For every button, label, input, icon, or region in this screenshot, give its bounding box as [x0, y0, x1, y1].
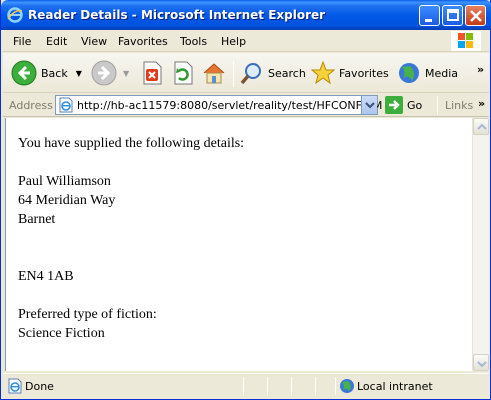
status-divider [291, 377, 292, 395]
status-divider [315, 377, 316, 395]
menu-view[interactable]: View [81, 35, 107, 48]
refresh-button[interactable] [172, 53, 194, 93]
menu-file[interactable]: File [13, 35, 31, 48]
status-divider [335, 377, 336, 395]
media-button[interactable]: Media [397, 53, 458, 93]
back-arrow-icon [11, 60, 37, 86]
address-separator [437, 96, 438, 114]
stop-icon [143, 61, 162, 85]
chevron-up-icon [477, 123, 487, 130]
back-button[interactable]: Back ▼ [11, 53, 82, 93]
star-icon [311, 61, 335, 85]
go-button[interactable]: Go [385, 96, 422, 114]
media-label: Media [425, 66, 459, 80]
page-icon [59, 97, 73, 113]
go-label: Go [407, 98, 423, 112]
security-zone: Local intranet [357, 380, 433, 393]
status-divider [243, 377, 244, 395]
home-icon [203, 63, 225, 84]
back-label: Back [41, 66, 68, 80]
home-button[interactable] [202, 53, 226, 93]
chevron-down-icon [477, 361, 487, 368]
address-line-town: Barnet [18, 212, 56, 227]
menu-edit[interactable]: Edit [46, 35, 67, 48]
close-icon [470, 10, 482, 22]
links-button[interactable]: Links [445, 99, 473, 112]
close-button[interactable] [465, 5, 486, 26]
minimize-button[interactable] [419, 5, 440, 26]
vertical-scrollbar[interactable] [472, 118, 489, 371]
go-arrow-icon [385, 96, 403, 114]
status-text: Done [25, 380, 54, 393]
search-label: Search [268, 66, 306, 80]
scroll-down-button[interactable] [473, 354, 489, 371]
address-line-street: 64 Meridian Way [18, 193, 116, 208]
maximize-button[interactable] [442, 5, 463, 26]
maximize-icon [447, 9, 459, 21]
forward-dropdown-icon[interactable]: ▼ [123, 69, 129, 78]
stop-button[interactable] [141, 53, 163, 93]
links-chevron-icon[interactable]: » [478, 97, 485, 110]
ie-logo-icon [7, 7, 23, 23]
address-label: Address [9, 99, 53, 112]
search-icon [240, 63, 261, 85]
status-divider [267, 377, 268, 395]
media-icon [399, 63, 419, 83]
intranet-globe-icon [340, 379, 354, 393]
menu-bar: File Edit View Favorites Tools Help [3, 30, 489, 52]
forward-arrow-icon [91, 60, 117, 86]
browser-window: Reader Details - Microsoft Internet Expl… [0, 0, 491, 400]
fiction-label: Preferred type of fiction: [18, 307, 157, 322]
scroll-up-button[interactable] [473, 118, 489, 135]
search-button[interactable]: Search [240, 53, 306, 93]
address-bar: Address http://hb-ac11579:8080/servlet/r… [3, 93, 489, 117]
menu-favorites[interactable]: Favorites [118, 35, 168, 48]
address-dropdown-button[interactable] [361, 96, 377, 114]
title-bar[interactable]: Reader Details - Microsoft Internet Expl… [1, 0, 491, 30]
page-done-icon [8, 378, 22, 394]
toolbar: Back ▼ ▼ Search Favorites Media » [3, 53, 489, 93]
chevron-down-icon [365, 102, 375, 109]
reader-name: Paul Williamson [18, 174, 111, 189]
fiction-value: Science Fiction [18, 326, 105, 341]
menu-tools[interactable]: Tools [180, 35, 207, 48]
postcode: EN4 1AB [18, 269, 74, 284]
address-input[interactable]: http://hb-ac11579:8080/servlet/reality/t… [55, 95, 382, 115]
favorites-button[interactable]: Favorites [311, 53, 389, 93]
toolbar-chevron-icon[interactable]: » [477, 63, 484, 76]
favorites-label: Favorites [339, 66, 389, 80]
status-bar: Done Local intranet [3, 373, 489, 397]
back-dropdown-icon[interactable]: ▼ [76, 69, 82, 78]
intro-text: You have supplied the following details: [18, 136, 245, 151]
refresh-icon [174, 61, 193, 85]
address-url: http://hb-ac11579:8080/servlet/reality/t… [77, 99, 383, 112]
windows-logo-icon [451, 31, 481, 51]
window-title: Reader Details - Microsoft Internet Expl… [28, 8, 326, 22]
toolbar-separator [233, 61, 234, 87]
minimize-icon [425, 19, 432, 22]
forward-button[interactable]: ▼ [91, 53, 129, 93]
page-content: You have supplied the following details:… [5, 118, 472, 371]
menu-help[interactable]: Help [221, 35, 246, 48]
